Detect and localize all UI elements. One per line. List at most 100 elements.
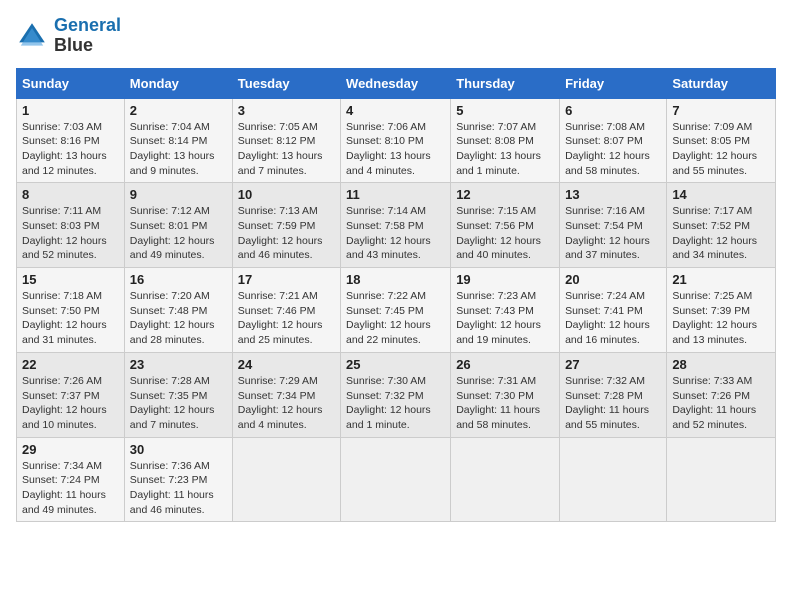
day-detail: Sunrise: 7:20 AMSunset: 7:48 PMDaylight:… (130, 289, 227, 348)
logo-text: General Blue (54, 16, 121, 56)
day-detail: Sunrise: 7:24 AMSunset: 7:41 PMDaylight:… (565, 289, 661, 348)
day-detail: Sunrise: 7:31 AMSunset: 7:30 PMDaylight:… (456, 374, 554, 433)
table-row: 24Sunrise: 7:29 AMSunset: 7:34 PMDayligh… (232, 352, 340, 437)
day-detail: Sunrise: 7:14 AMSunset: 7:58 PMDaylight:… (346, 204, 445, 263)
day-detail: Sunrise: 7:03 AMSunset: 8:16 PMDaylight:… (22, 120, 119, 179)
day-detail: Sunrise: 7:15 AMSunset: 7:56 PMDaylight:… (456, 204, 554, 263)
day-detail: Sunrise: 7:26 AMSunset: 7:37 PMDaylight:… (22, 374, 119, 433)
table-row: 1Sunrise: 7:03 AMSunset: 8:16 PMDaylight… (17, 98, 125, 183)
table-row: 5 Sunrise: 7:07 AMSunset: 8:08 PMDaylight… (451, 98, 560, 183)
day-number: 26 (456, 357, 554, 372)
day-number: 16 (130, 272, 227, 287)
table-row: 16 Sunrise: 7:20 AMSunset: 7:48 PMDayligh… (124, 268, 232, 353)
day-number: 9 (130, 187, 227, 202)
day-number: 13 (565, 187, 661, 202)
day-detail: Sunrise: 7:17 AMSunset: 7:52 PMDaylight:… (672, 204, 770, 263)
table-row (667, 437, 776, 522)
day-number: 28 (672, 357, 770, 372)
table-row: 3 Sunrise: 7:05 AMSunset: 8:12 PMDaylight… (232, 98, 340, 183)
table-row (341, 437, 451, 522)
table-row: 23 Sunrise: 7:28 AMSunset: 7:35 PMDayligh… (124, 352, 232, 437)
day-detail: Sunrise: 7:36 AMSunset: 7:23 PMDaylight:… (130, 459, 227, 518)
day-number: 15 (22, 272, 119, 287)
table-row (451, 437, 560, 522)
table-row: 27 Sunrise: 7:32 AMSunset: 7:28 PMDayligh… (560, 352, 667, 437)
day-number: 30 (130, 442, 227, 457)
table-row: 10Sunrise: 7:13 AMSunset: 7:59 PMDayligh… (232, 183, 340, 268)
day-number: 21 (672, 272, 770, 287)
col-saturday: Saturday (667, 68, 776, 98)
table-row: 22 Sunrise: 7:26 AMSunset: 7:37 PMDayligh… (17, 352, 125, 437)
day-detail: Sunrise: 7:34 AMSunset: 7:24 PMDaylight:… (22, 459, 119, 518)
page-header: General Blue (16, 16, 776, 56)
day-number: 17 (238, 272, 335, 287)
col-tuesday: Tuesday (232, 68, 340, 98)
day-detail: Sunrise: 7:04 AMSunset: 8:14 PMDaylight:… (130, 120, 227, 179)
table-row: 29 Sunrise: 7:34 AMSunset: 7:24 PMDayligh… (17, 437, 125, 522)
day-number: 19 (456, 272, 554, 287)
table-row: 30 Sunrise: 7:36 AMSunset: 7:23 PMDayligh… (124, 437, 232, 522)
col-monday: Monday (124, 68, 232, 98)
day-detail: Sunrise: 7:05 AMSunset: 8:12 PMDaylight:… (238, 120, 335, 179)
day-number: 5 (456, 103, 554, 118)
table-row: 13 Sunrise: 7:16 AMSunset: 7:54 PMDayligh… (560, 183, 667, 268)
logo-icon (16, 20, 48, 52)
calendar-week-row: 15 Sunrise: 7:18 AMSunset: 7:50 PMDayligh… (17, 268, 776, 353)
day-number: 6 (565, 103, 661, 118)
day-number: 14 (672, 187, 770, 202)
table-row (560, 437, 667, 522)
table-row: 11Sunrise: 7:14 AMSunset: 7:58 PMDayligh… (341, 183, 451, 268)
day-number: 23 (130, 357, 227, 372)
col-wednesday: Wednesday (341, 68, 451, 98)
table-row: 18 Sunrise: 7:22 AMSunset: 7:45 PMDayligh… (341, 268, 451, 353)
calendar-week-row: 8Sunrise: 7:11 AMSunset: 8:03 PMDaylight… (17, 183, 776, 268)
table-row: 17 Sunrise: 7:21 AMSunset: 7:46 PMDayligh… (232, 268, 340, 353)
day-number: 20 (565, 272, 661, 287)
day-number: 7 (672, 103, 770, 118)
day-number: 3 (238, 103, 335, 118)
day-detail: Sunrise: 7:29 AMSunset: 7:34 PMDaylight:… (238, 374, 335, 433)
day-number: 22 (22, 357, 119, 372)
day-detail: Sunrise: 7:12 AMSunset: 8:01 PMDaylight:… (130, 204, 227, 263)
col-friday: Friday (560, 68, 667, 98)
calendar-body: 1Sunrise: 7:03 AMSunset: 8:16 PMDaylight… (17, 98, 776, 522)
day-detail: Sunrise: 7:18 AMSunset: 7:50 PMDaylight:… (22, 289, 119, 348)
table-row: 4Sunrise: 7:06 AMSunset: 8:10 PMDaylight… (341, 98, 451, 183)
day-number: 29 (22, 442, 119, 457)
calendar-week-row: 22 Sunrise: 7:26 AMSunset: 7:37 PMDayligh… (17, 352, 776, 437)
table-row: 28 Sunrise: 7:33 AMSunset: 7:26 PMDayligh… (667, 352, 776, 437)
day-number: 27 (565, 357, 661, 372)
day-detail: Sunrise: 7:21 AMSunset: 7:46 PMDaylight:… (238, 289, 335, 348)
day-detail: Sunrise: 7:28 AMSunset: 7:35 PMDaylight:… (130, 374, 227, 433)
table-row: 6Sunrise: 7:08 AMSunset: 8:07 PMDaylight… (560, 98, 667, 183)
day-number: 18 (346, 272, 445, 287)
calendar-table: Sunday Monday Tuesday Wednesday Thursday… (16, 68, 776, 523)
col-sunday: Sunday (17, 68, 125, 98)
day-detail: Sunrise: 7:22 AMSunset: 7:45 PMDaylight:… (346, 289, 445, 348)
day-detail: Sunrise: 7:32 AMSunset: 7:28 PMDaylight:… (565, 374, 661, 433)
col-thursday: Thursday (451, 68, 560, 98)
table-row: 25 Sunrise: 7:30 AMSunset: 7:32 PMDayligh… (341, 352, 451, 437)
table-row: 15 Sunrise: 7:18 AMSunset: 7:50 PMDayligh… (17, 268, 125, 353)
table-row: 14 Sunrise: 7:17 AMSunset: 7:52 PMDayligh… (667, 183, 776, 268)
table-row: 19Sunrise: 7:23 AMSunset: 7:43 PMDayligh… (451, 268, 560, 353)
day-number: 4 (346, 103, 445, 118)
day-detail: Sunrise: 7:07 AMSunset: 8:08 PMDaylight:… (456, 120, 554, 179)
day-detail: Sunrise: 7:16 AMSunset: 7:54 PMDaylight:… (565, 204, 661, 263)
table-row: 26 Sunrise: 7:31 AMSunset: 7:30 PMDayligh… (451, 352, 560, 437)
day-detail: Sunrise: 7:30 AMSunset: 7:32 PMDaylight:… (346, 374, 445, 433)
table-row: 8Sunrise: 7:11 AMSunset: 8:03 PMDaylight… (17, 183, 125, 268)
table-row: 12 Sunrise: 7:15 AMSunset: 7:56 PMDayligh… (451, 183, 560, 268)
day-detail: Sunrise: 7:11 AMSunset: 8:03 PMDaylight:… (22, 204, 119, 263)
table-row (232, 437, 340, 522)
logo: General Blue (16, 16, 121, 56)
table-row: 2Sunrise: 7:04 AMSunset: 8:14 PMDaylight… (124, 98, 232, 183)
table-row: 20 Sunrise: 7:24 AMSunset: 7:41 PMDayligh… (560, 268, 667, 353)
day-number: 12 (456, 187, 554, 202)
day-detail: Sunrise: 7:33 AMSunset: 7:26 PMDaylight:… (672, 374, 770, 433)
day-number: 25 (346, 357, 445, 372)
table-row: 9 Sunrise: 7:12 AMSunset: 8:01 PMDaylight… (124, 183, 232, 268)
day-detail: Sunrise: 7:13 AMSunset: 7:59 PMDaylight:… (238, 204, 335, 263)
day-detail: Sunrise: 7:25 AMSunset: 7:39 PMDaylight:… (672, 289, 770, 348)
day-detail: Sunrise: 7:09 AMSunset: 8:05 PMDaylight:… (672, 120, 770, 179)
